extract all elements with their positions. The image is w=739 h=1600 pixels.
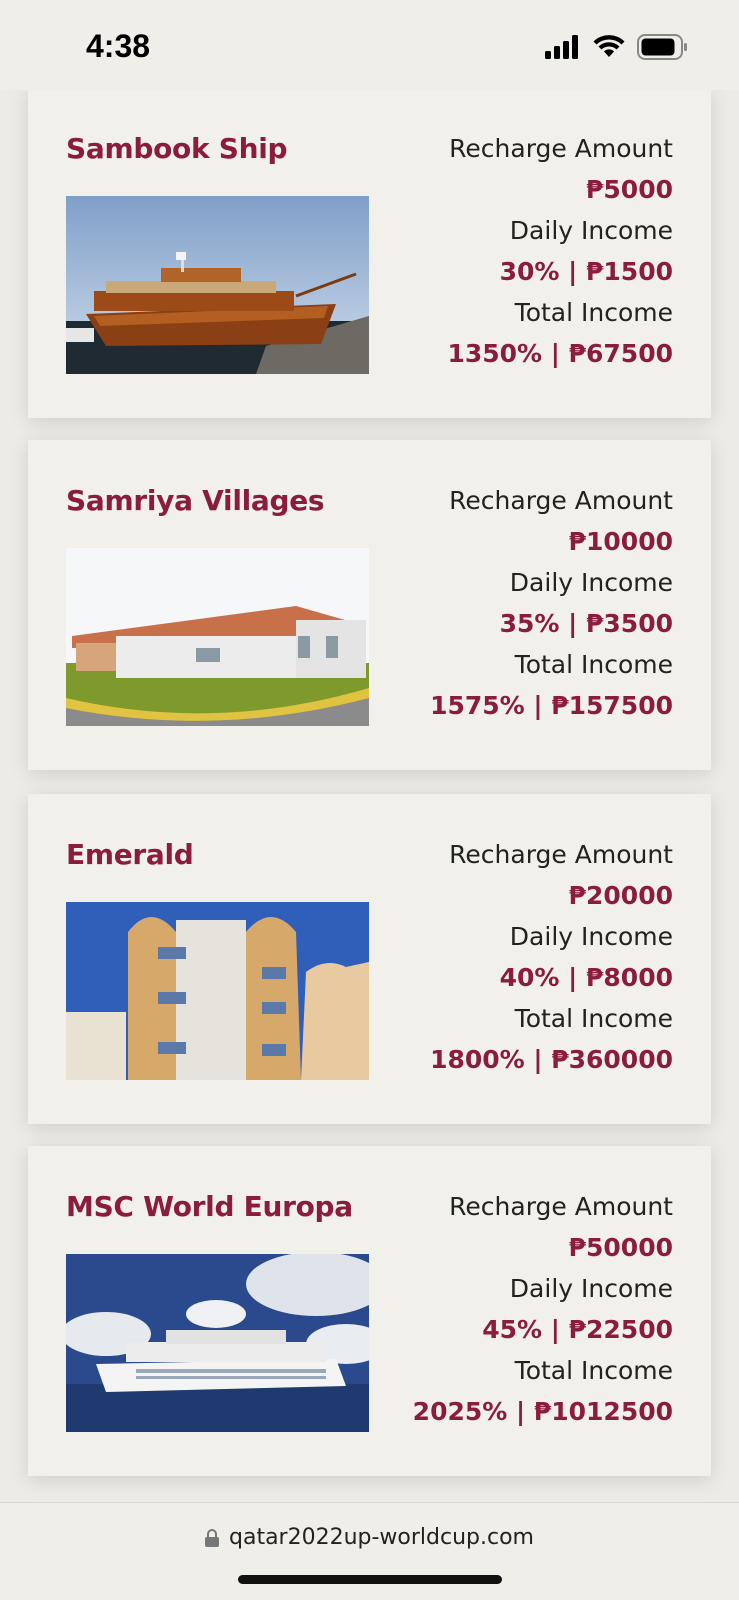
recharge-amount-value: ₱20000 <box>568 881 673 910</box>
status-bar: 4:38 <box>0 0 739 90</box>
daily-income-value: 40% | ₱8000 <box>499 963 673 992</box>
cellular-signal-icon <box>545 35 578 59</box>
total-income-value: 1575% | ₱157500 <box>430 691 673 720</box>
status-icons <box>545 34 689 60</box>
recharge-amount-value: ₱5000 <box>586 175 673 204</box>
product-list[interactable]: Sambook Ship Recharge Amount ₱5000 Daily… <box>0 90 739 1502</box>
home-indicator[interactable] <box>238 1575 502 1584</box>
battery-icon <box>637 34 687 60</box>
stats: Recharge Amount ₱10000 Daily Income 35% … <box>430 480 673 726</box>
product-card[interactable]: Emerald Recharge Amount ₱20000 Daily Inc… <box>28 794 711 1124</box>
apartment-building-image <box>66 902 369 1080</box>
stats: Recharge Amount ₱50000 Daily Income 45% … <box>413 1186 673 1432</box>
recharge-amount-value: ₱50000 <box>568 1233 673 1262</box>
recharge-amount-label: Recharge Amount <box>449 486 673 515</box>
status-time: 4:38 <box>86 28 151 64</box>
recharge-amount-label: Recharge Amount <box>449 134 673 163</box>
recharge-amount-label: Recharge Amount <box>449 840 673 869</box>
total-income-value: 2025% | ₱1012500 <box>412 1397 673 1426</box>
recharge-amount-label: Recharge Amount <box>449 1192 673 1221</box>
browser-bottom-bar: qatar2022up-worldcup.com <box>0 1502 739 1600</box>
total-income-label: Total Income <box>514 1004 673 1033</box>
wifi-icon <box>593 35 625 57</box>
total-income-label: Total Income <box>514 298 673 327</box>
total-income-label: Total Income <box>514 650 673 679</box>
daily-income-label: Daily Income <box>509 568 673 597</box>
stats: Recharge Amount ₱5000 Daily Income 30% |… <box>447 128 673 374</box>
product-card[interactable]: Samriya Villages Recharge Amount ₱10000 … <box>28 440 711 770</box>
product-card[interactable]: Sambook Ship Recharge Amount ₱5000 Daily… <box>28 90 711 418</box>
villa-house-image <box>66 548 369 726</box>
product-title: Sambook Ship <box>66 132 288 165</box>
total-income-value: 1800% | ₱360000 <box>430 1045 673 1074</box>
daily-income-label: Daily Income <box>509 922 673 951</box>
product-title: MSC World Europa <box>66 1190 353 1223</box>
product-title: Emerald <box>66 838 194 871</box>
daily-income-value: 30% | ₱1500 <box>499 257 673 286</box>
daily-income-label: Daily Income <box>509 216 673 245</box>
address-bar[interactable]: qatar2022up-worldcup.com <box>0 1525 739 1550</box>
total-income-label: Total Income <box>514 1356 673 1385</box>
recharge-amount-value: ₱10000 <box>568 527 673 556</box>
cruise-ship-image <box>66 1254 369 1432</box>
wooden-dhow-ship-image <box>66 196 369 374</box>
lock-icon <box>205 1528 219 1547</box>
stats: Recharge Amount ₱20000 Daily Income 40% … <box>430 834 673 1080</box>
product-card[interactable]: MSC World Europa Recharge Amount ₱50000 … <box>28 1146 711 1476</box>
daily-income-value: 45% | ₱22500 <box>482 1315 673 1344</box>
daily-income-value: 35% | ₱3500 <box>499 609 673 638</box>
daily-income-label: Daily Income <box>509 1274 673 1303</box>
total-income-value: 1350% | ₱67500 <box>447 339 673 368</box>
url-text: qatar2022up-worldcup.com <box>229 1525 534 1550</box>
product-title: Samriya Villages <box>66 484 325 517</box>
